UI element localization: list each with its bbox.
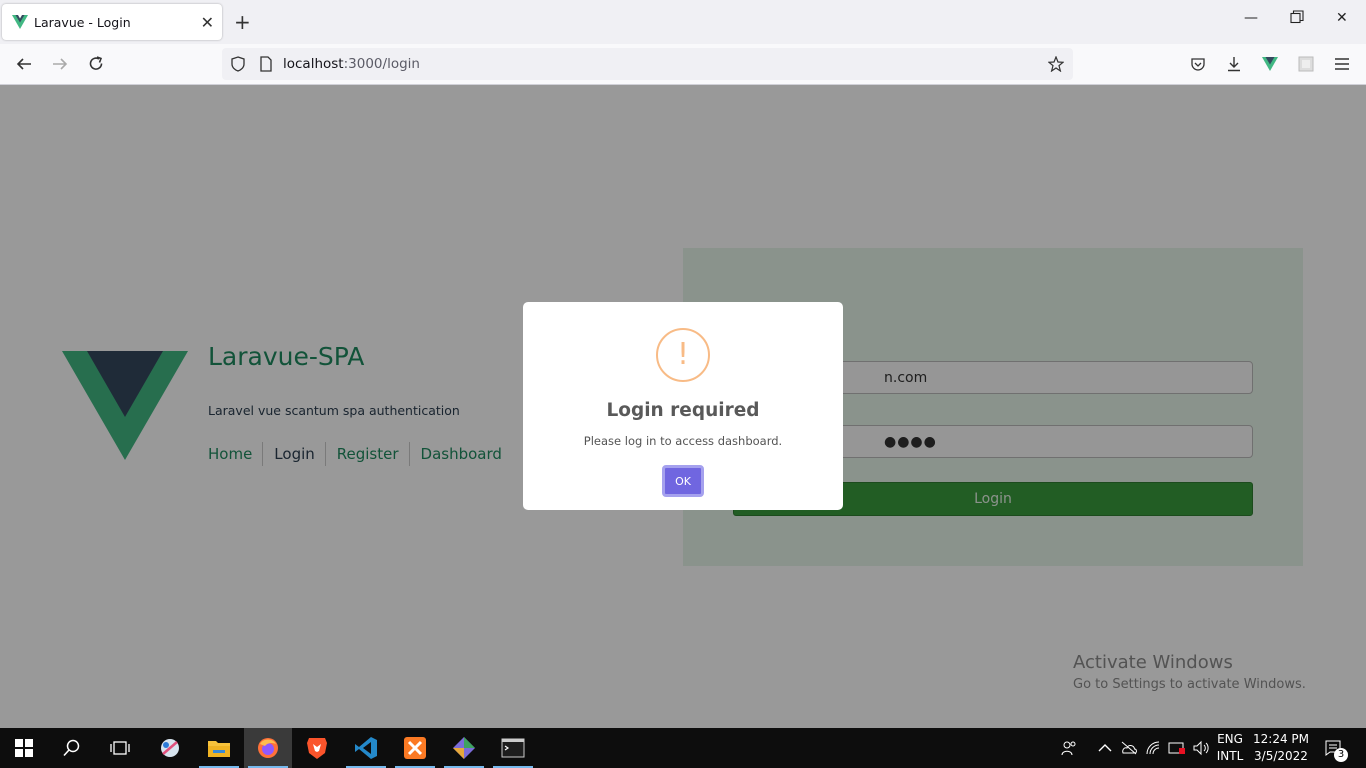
dialog-message: Please log in to access dashboard. xyxy=(583,434,783,448)
url-text[interactable]: localhost:3000/login xyxy=(283,56,420,72)
file-explorer-icon[interactable] xyxy=(195,728,243,768)
pocket-icon[interactable] xyxy=(1186,52,1210,76)
git-tool-icon[interactable] xyxy=(440,728,488,768)
search-icon[interactable] xyxy=(48,728,96,768)
vscode-icon[interactable] xyxy=(342,728,390,768)
forward-icon[interactable] xyxy=(48,52,72,76)
bookmark-star-icon[interactable] xyxy=(1048,56,1064,72)
page-icon[interactable] xyxy=(258,56,274,72)
snipping-tool-icon[interactable] xyxy=(146,728,194,768)
firefox-icon[interactable] xyxy=(244,728,292,768)
terminal-icon[interactable] xyxy=(489,728,537,768)
windows-taskbar: ENG INTL 12:24 PM 3/5/2022 3 xyxy=(0,728,1366,768)
browser-tab[interactable]: Laravue - Login ✕ xyxy=(2,4,222,40)
tab-close-icon[interactable]: ✕ xyxy=(201,13,214,32)
warning-icon: ! xyxy=(656,328,710,382)
onedrive-off-icon[interactable] xyxy=(1120,739,1138,757)
download-icon[interactable] xyxy=(1222,52,1246,76)
page-content: Laravue-SPA Laravel vue scantum spa auth… xyxy=(0,85,1366,728)
vue-favicon-icon xyxy=(12,15,28,29)
brave-browser-icon[interactable] xyxy=(293,728,341,768)
nav-toolbar: localhost:3000/login xyxy=(0,44,1366,85)
vue-devtools-icon[interactable] xyxy=(1258,52,1282,76)
ok-button[interactable]: OK xyxy=(662,465,704,497)
tab-bar: Laravue - Login ✕ + — ✕ xyxy=(0,0,1366,44)
reload-icon[interactable] xyxy=(84,52,108,76)
people-icon[interactable] xyxy=(1060,739,1078,757)
start-button[interactable] xyxy=(0,728,48,768)
notification-count-badge: 3 xyxy=(1334,748,1348,762)
clock[interactable]: 12:24 PM 3/5/2022 xyxy=(1252,731,1310,765)
windows-icon xyxy=(15,739,33,757)
minimize-icon[interactable]: — xyxy=(1244,10,1258,26)
shield-icon[interactable] xyxy=(230,56,246,72)
url-bar[interactable]: localhost:3000/login xyxy=(222,48,1073,80)
extension-icon[interactable] xyxy=(1294,52,1318,76)
login-required-dialog: ! Login required Please log in to access… xyxy=(523,302,843,510)
xampp-icon[interactable] xyxy=(391,728,439,768)
menu-icon[interactable] xyxy=(1330,52,1354,76)
wifi-icon[interactable] xyxy=(1145,739,1163,757)
task-view-icon[interactable] xyxy=(96,728,144,768)
tab-title: Laravue - Login xyxy=(34,14,131,30)
window-close-icon[interactable]: ✕ xyxy=(1336,10,1348,26)
input-language[interactable]: ENG INTL xyxy=(1216,731,1244,765)
back-icon[interactable] xyxy=(12,52,36,76)
dialog-title: Login required xyxy=(606,400,760,421)
restore-icon[interactable] xyxy=(1290,10,1304,28)
chevron-up-icon[interactable] xyxy=(1096,739,1114,757)
battery-icon[interactable] xyxy=(1168,739,1186,757)
new-tab-icon[interactable]: + xyxy=(234,10,251,34)
volume-icon[interactable] xyxy=(1192,739,1210,757)
